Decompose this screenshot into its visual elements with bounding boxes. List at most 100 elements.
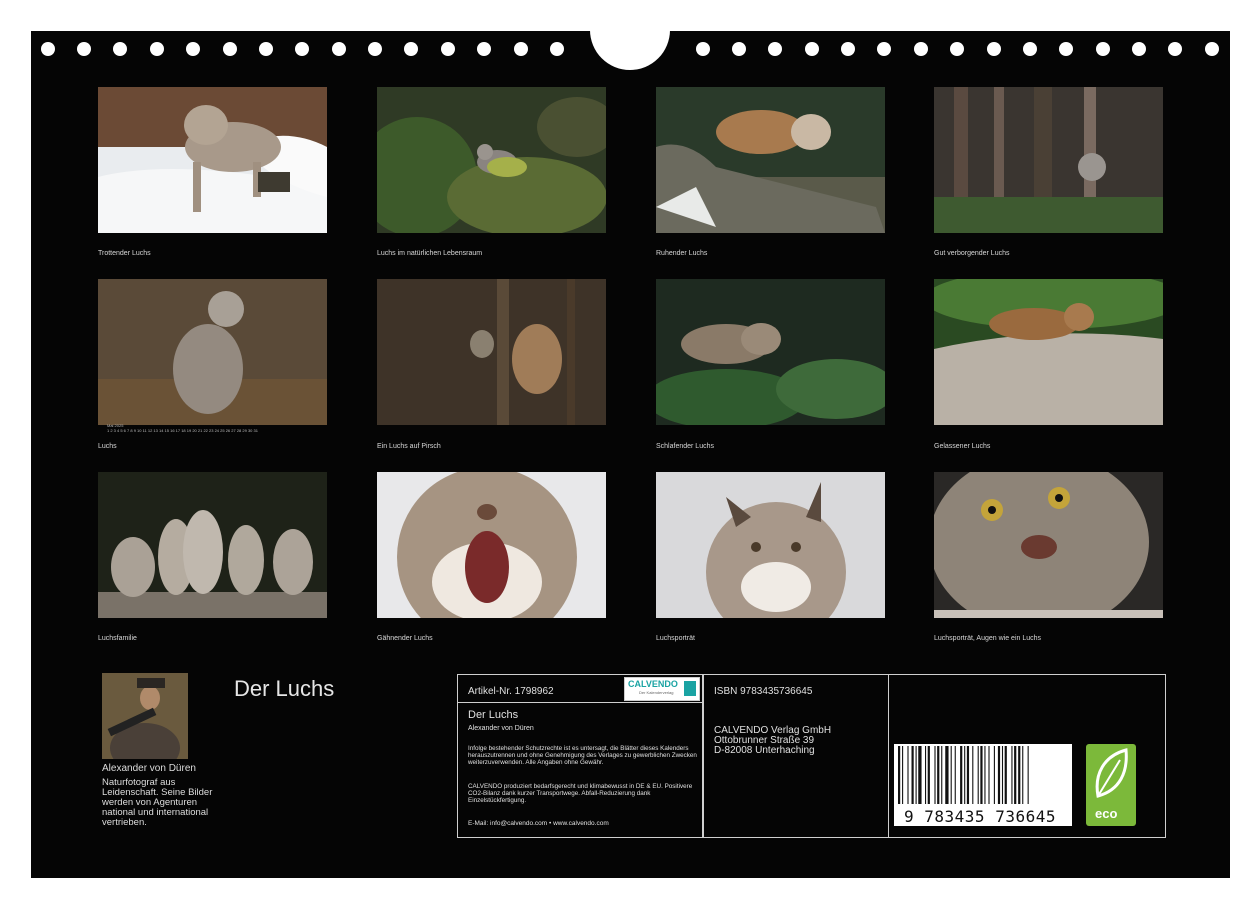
barcode-bar	[927, 746, 930, 804]
barcode-bar	[980, 746, 983, 804]
binding-hole	[404, 42, 418, 56]
barcode-bar	[902, 746, 904, 804]
photo-caption: Luchsporträt, Augen wie ein Luchs	[934, 635, 1042, 642]
mini-calendar-days: 1 2 3 4 5 6 7 8 9 10 11 12 13 14 15 16 1…	[107, 428, 258, 433]
photo-caption: Trottender Luchs	[98, 250, 151, 257]
barcode-bar	[984, 746, 986, 804]
photo-caption: Luchsporträt	[656, 635, 695, 642]
barcode-bar	[966, 746, 970, 804]
barcode-bar	[1004, 746, 1007, 804]
barcode-bar	[993, 746, 995, 804]
photo-sleeping-lynx	[656, 279, 885, 425]
photo-hidden-lynx	[934, 87, 1163, 233]
barcode-bar	[960, 746, 963, 804]
binding-hole	[259, 42, 273, 56]
photo-caption: Gähnender Luchs	[377, 635, 433, 642]
barcode-bar	[925, 746, 927, 804]
binding-hole	[914, 42, 928, 56]
contact-line: E-Mail: info@calvendo.com • www.calvendo…	[468, 820, 609, 827]
isbn-barcode: 9 783435 736645	[894, 744, 1072, 826]
author-name: Alexander von Düren	[102, 763, 196, 774]
binding-hole	[477, 42, 491, 56]
calvendo-logo-text: CALVENDO	[628, 679, 678, 689]
eco-badge: eco	[1086, 744, 1136, 826]
barcode-bar	[950, 746, 952, 804]
photo-lynx-family	[98, 472, 327, 618]
binding-hole	[696, 42, 710, 56]
binding-hole	[987, 42, 1001, 56]
binding-hole	[1023, 42, 1037, 56]
barcode-bar	[988, 746, 990, 804]
binding-hole	[768, 42, 782, 56]
binding-hole	[41, 42, 55, 56]
calvendo-logo: CALVENDO Der Kalenderverlag	[624, 677, 700, 701]
photo-caption: Ein Luchs auf Pirsch	[377, 443, 441, 450]
binding-hole	[186, 42, 200, 56]
binding-hole	[1132, 42, 1146, 56]
barcode-bar	[1027, 746, 1029, 804]
author-bio: Naturfotograf aus Leidenschaft. Seine Bi…	[102, 777, 213, 828]
eco-label: eco	[1095, 806, 1118, 821]
isbn: ISBN 9783435736645	[714, 686, 813, 697]
barcode-bar	[907, 746, 909, 804]
isbn-box	[703, 674, 889, 838]
mini-calendar: Mai 2025 1 2 3 4 5 6 7 8 9 10 11 12 13 1…	[107, 423, 258, 433]
photo-lynx-habitat	[377, 87, 606, 233]
barcode-bar	[1001, 746, 1004, 804]
photo-yawning-lynx	[377, 472, 606, 618]
barcode-bar	[977, 746, 979, 804]
binding-hole	[223, 42, 237, 56]
leaf-icon	[1095, 748, 1128, 798]
binding-hole	[732, 42, 746, 56]
barcode-bars	[898, 746, 1029, 804]
binding-hole	[514, 42, 528, 56]
legal-notice: Infolge bestehender Schutzrechte ist es …	[468, 745, 697, 767]
binding-hole	[1059, 42, 1073, 56]
barcode-bar	[972, 746, 974, 804]
info-author: Alexander von Düren	[468, 725, 534, 732]
binding-hole	[295, 42, 309, 56]
binding-hole	[805, 42, 819, 56]
binding-hole	[1096, 42, 1110, 56]
binding-hole	[332, 42, 346, 56]
photo-caption: Luchs im natürlichen Lebensraum	[377, 250, 483, 257]
barcode-bar	[964, 746, 966, 804]
photo-caption: Gelassener Luchs	[934, 443, 991, 450]
photo-lynx-portrait	[656, 472, 885, 618]
barcode-bar	[1022, 746, 1024, 804]
photo-caption: Luchs	[98, 443, 117, 450]
barcode-bar	[954, 746, 956, 804]
barcode-bar	[1014, 746, 1017, 804]
barcode-bar	[915, 746, 917, 804]
article-number: Artikel-Nr. 1798962	[468, 686, 554, 697]
photo-lynx-eyes	[934, 472, 1163, 618]
barcode-bar	[941, 746, 943, 804]
photo-resting-lynx	[656, 87, 885, 233]
author-photo	[102, 673, 188, 759]
photo-caption: Schlafender Luchs	[656, 443, 714, 450]
info-title: Der Luchs	[468, 709, 519, 721]
barcode-bar	[918, 746, 922, 804]
binding-hole	[441, 42, 455, 56]
binding-hole	[77, 42, 91, 56]
climate-notice: CALVENDO produziert bedarfsgerecht und k…	[468, 783, 693, 805]
binding-hole	[841, 42, 855, 56]
barcode-bar	[911, 746, 914, 804]
barcode-bar	[997, 746, 1001, 804]
photo-caption: Luchsfamilie	[98, 635, 137, 642]
binding-hole	[368, 42, 382, 56]
binding-hole	[1205, 42, 1219, 56]
barcode-digits: 9 783435 736645	[904, 807, 1056, 826]
photo-lynx	[98, 279, 327, 425]
barcode-bar	[934, 746, 936, 804]
photo-caption: Ruhender Luchs	[656, 250, 708, 257]
photo-caption: Gut verborgender Luchs	[934, 250, 1010, 257]
barcode-bar	[945, 746, 949, 804]
publisher-city: D-82008 Unterhaching	[714, 745, 815, 756]
publisher-address: CALVENDO Verlag GmbH Ottobrunner Straße …	[714, 726, 831, 756]
binding-hole	[1168, 42, 1182, 56]
barcode-bar	[1011, 746, 1013, 804]
barcode-bar	[898, 746, 901, 804]
binding-hole	[150, 42, 164, 56]
barcode-bar	[1018, 746, 1021, 804]
